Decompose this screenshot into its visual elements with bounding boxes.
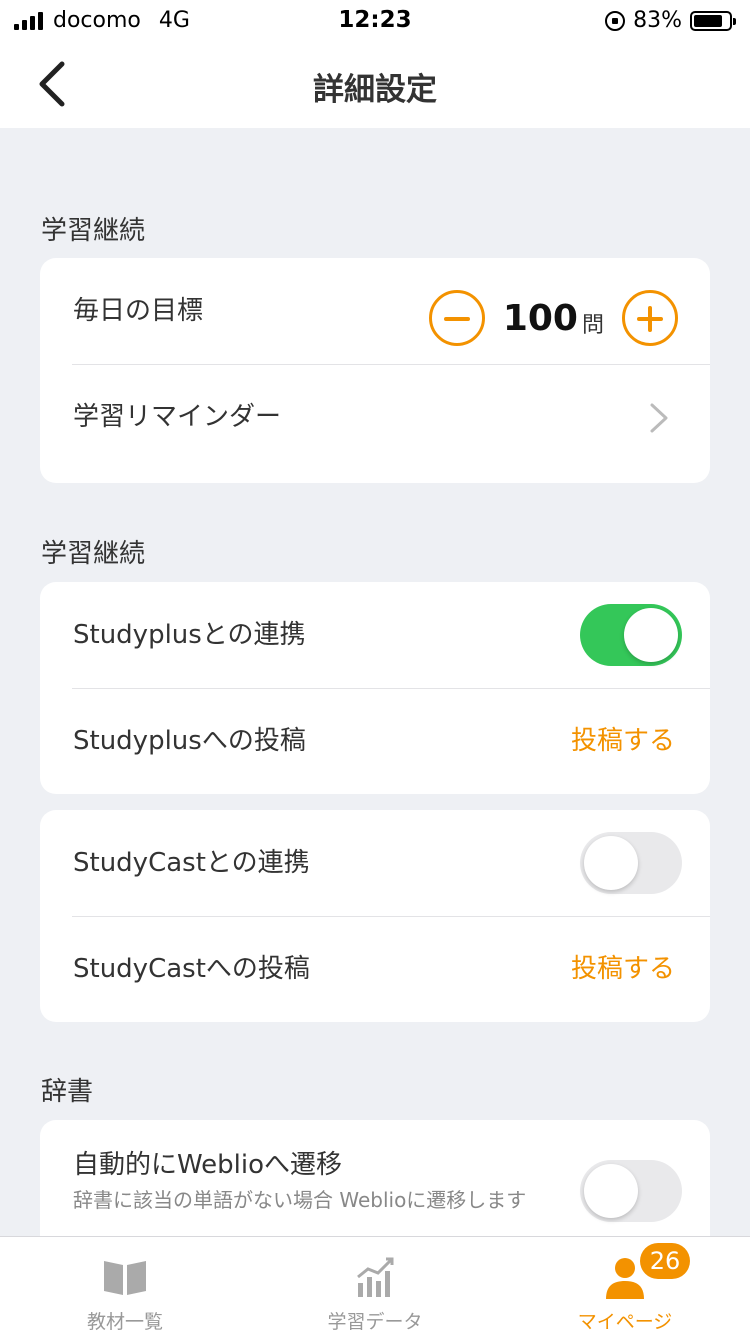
- plus-icon-v: [648, 306, 652, 332]
- section-title-study-continuation: 学習継続: [41, 216, 146, 246]
- studycast-post-button[interactable]: 投稿する: [571, 916, 675, 1022]
- tab-materials-label: 教材一覧: [86, 1311, 163, 1333]
- battery-percent: 83%: [633, 8, 682, 33]
- study-reminder-row[interactable]: 学習リマインダー: [40, 364, 710, 470]
- section-title-dictionary: 辞書: [41, 1077, 94, 1107]
- daily-goal-label: 毎日の目標: [73, 296, 204, 326]
- book-icon: [104, 1261, 146, 1295]
- daily-goal-stepper: 100 問: [428, 290, 678, 346]
- toggle-knob: [624, 608, 678, 662]
- studyplus-post-row: Studyplusへの投稿 投稿する: [40, 688, 710, 794]
- tab-mypage[interactable]: 26 マイページ: [500, 1237, 750, 1334]
- studyplus-post-button[interactable]: 投稿する: [571, 688, 675, 794]
- studyplus-link-toggle[interactable]: [580, 604, 682, 666]
- toggle-knob: [584, 1164, 638, 1218]
- weblio-row: 自動的にWeblioへ遷移 辞書に該当の単語がない場合 Weblioに遷移します: [40, 1120, 710, 1236]
- studycast-link-label: StudyCastとの連携: [73, 848, 310, 878]
- section-title-study-continuation-2: 学習継続: [41, 539, 146, 569]
- daily-goal-unit: 問: [581, 313, 604, 338]
- studycast-post-label: StudyCastへの投稿: [73, 954, 310, 984]
- studyplus-link-row: Studyplusとの連携: [40, 582, 710, 688]
- studycast-link-row: StudyCastとの連携: [40, 810, 710, 916]
- increment-button[interactable]: [622, 290, 678, 346]
- decrement-button[interactable]: [428, 290, 485, 346]
- page-title: 詳細設定: [313, 72, 437, 108]
- tab-bar: 教材一覧 学習データ 26 マイページ: [0, 1236, 750, 1334]
- tab-mypage-label: マイページ: [577, 1311, 673, 1333]
- daily-goal-row: 毎日の目標 100 問: [40, 258, 710, 364]
- dictionary-card: 自動的にWeblioへ遷移 辞書に該当の単語がない場合 Weblioに遷移します: [40, 1120, 710, 1236]
- battery-icon: [690, 10, 736, 31]
- notification-badge: 26: [640, 1243, 690, 1279]
- toggle-knob: [584, 836, 638, 890]
- studyplus-post-label: Studyplusへの投稿: [73, 726, 306, 756]
- settings-content[interactable]: 学習継続 毎日の目標 100 問 学習リマインダー 学習継続 Studyplus…: [0, 128, 750, 1236]
- status-bar: docomo 4G 12:23 83%: [0, 0, 750, 40]
- navigation-bar: 詳細設定: [0, 40, 750, 128]
- studyplus-link-label: Studyplusとの連携: [73, 620, 306, 650]
- tab-materials[interactable]: 教材一覧: [0, 1237, 250, 1334]
- studyplus-card: Studyplusとの連携 Studyplusへの投稿 投稿する: [40, 582, 710, 794]
- studycast-card: StudyCastとの連携 StudyCastへの投稿 投稿する: [40, 810, 710, 1022]
- chevron-right-icon: [650, 403, 668, 433]
- battery-fill: [694, 14, 723, 27]
- study-reminder-label: 学習リマインダー: [73, 402, 282, 432]
- weblio-label: 自動的にWeblioへ遷移: [73, 1150, 343, 1180]
- weblio-description: 辞書に該当の単語がない場合 Weblioに遷移します: [73, 1188, 527, 1212]
- chart-icon: [357, 1257, 394, 1297]
- status-right: 83%: [605, 8, 736, 33]
- weblio-toggle[interactable]: [580, 1160, 682, 1222]
- studycast-link-toggle[interactable]: [580, 832, 682, 894]
- daily-goal-value: 100: [502, 297, 578, 339]
- rotation-lock-icon: [605, 10, 626, 31]
- tab-study-data[interactable]: 学習データ: [250, 1237, 500, 1334]
- studycast-post-row: StudyCastへの投稿 投稿する: [40, 916, 710, 1022]
- tab-study-data-label: 学習データ: [327, 1311, 423, 1333]
- minus-icon: [443, 317, 470, 321]
- goal-card: 毎日の目標 100 問 学習リマインダー: [40, 258, 710, 483]
